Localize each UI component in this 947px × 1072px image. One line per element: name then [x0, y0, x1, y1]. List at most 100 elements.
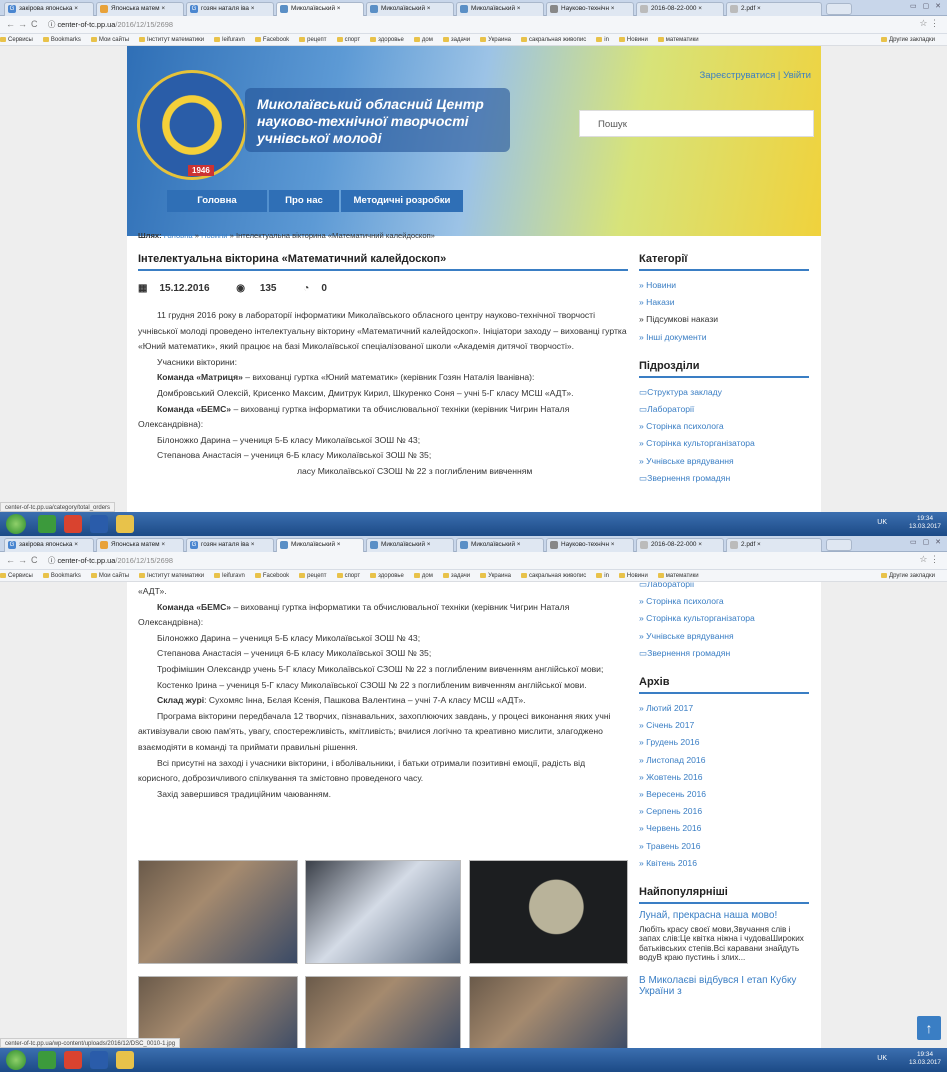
- tab-active[interactable]: Миколаївський ×: [276, 538, 364, 552]
- breadcrumb-news[interactable]: Новини: [201, 231, 227, 240]
- bookmark-item[interactable]: in: [596, 34, 609, 45]
- bookmark-item[interactable]: сакральная живопис: [520, 34, 586, 45]
- tab[interactable]: Gгозян наталя іва ×: [186, 2, 274, 16]
- subdivision-link[interactable]: ▭Лабораторії: [639, 401, 809, 418]
- other-bookmarks[interactable]: Другие закладки: [881, 34, 935, 45]
- tab[interactable]: Науково-технічн ×: [546, 538, 634, 552]
- word-icon[interactable]: [90, 1051, 108, 1069]
- archive-link[interactable]: » Жовтень 2016: [639, 769, 809, 786]
- window-controls[interactable]: ▭ ▢ ✕: [910, 538, 943, 546]
- archive-link[interactable]: » Січень 2017: [639, 717, 809, 734]
- category-link[interactable]: » Інші документи: [639, 329, 809, 346]
- url-field[interactable]: ⓘ center-of-tc.pp.ua/2016/12/15/2698: [48, 18, 898, 31]
- bookmark-item[interactable]: Сервисы: [0, 34, 33, 45]
- torrent-icon[interactable]: [38, 515, 56, 533]
- bookmark-item[interactable]: Bookmarks: [42, 34, 81, 45]
- bookmark-item[interactable]: математики: [657, 34, 699, 45]
- tab[interactable]: Миколаївський ×: [456, 2, 544, 16]
- bookmark-item[interactable]: Украина: [480, 34, 511, 45]
- tab[interactable]: Науково-технічн ×: [546, 2, 634, 16]
- tab[interactable]: 2.pdf ×: [726, 2, 822, 16]
- archive-link[interactable]: » Квітень 2016: [639, 855, 809, 872]
- bookmark-item[interactable]: здоровье: [370, 34, 404, 45]
- subdivision-link[interactable]: ▭Звернення громадян: [639, 470, 809, 487]
- bookmark-item[interactable]: задачи: [442, 570, 470, 581]
- arrow-up-icon[interactable]: ↑: [917, 1016, 941, 1040]
- bookmark-item[interactable]: рецепт: [299, 570, 327, 581]
- gallery-photo[interactable]: [138, 860, 298, 964]
- archive-link[interactable]: » Травень 2016: [639, 838, 809, 855]
- torrent-icon[interactable]: [38, 1051, 56, 1069]
- archive-link[interactable]: » Червень 2016: [639, 820, 809, 837]
- bookmark-star-icon[interactable]: ☆ ⋮: [919, 18, 939, 29]
- menu-methodics[interactable]: Методичні розробки: [341, 190, 463, 212]
- popular-post-link[interactable]: В Миколаєві відбувся І етап Кубку Україн…: [639, 975, 809, 997]
- word-icon[interactable]: [90, 515, 108, 533]
- archive-link[interactable]: » Вересень 2016: [639, 786, 809, 803]
- back-icon[interactable]: ←: [6, 19, 15, 29]
- chrome-icon[interactable]: [64, 1051, 82, 1069]
- bookmark-item[interactable]: спорт: [336, 570, 360, 581]
- site-logo[interactable]: 1946: [137, 70, 247, 180]
- gallery-photo[interactable]: [305, 860, 461, 964]
- category-link[interactable]: » Новини: [639, 277, 809, 294]
- reload-icon[interactable]: C: [31, 555, 38, 565]
- gallery-photo[interactable]: [469, 976, 628, 1048]
- folder-icon[interactable]: [116, 1051, 134, 1069]
- start-button[interactable]: [6, 514, 26, 534]
- reload-icon[interactable]: C: [31, 19, 38, 29]
- subdivision-link[interactable]: » Сторінка психолога: [639, 593, 809, 610]
- bookmark-item[interactable]: спорт: [336, 34, 360, 45]
- archive-link[interactable]: » Грудень 2016: [639, 734, 809, 751]
- tab[interactable]: 2.pdf ×: [726, 538, 822, 552]
- bookmark-item[interactable]: Facebook: [254, 34, 289, 45]
- bookmark-item[interactable]: leifuravn: [214, 570, 245, 581]
- subdivision-link[interactable]: » Сторінка психолога: [639, 418, 809, 435]
- bookmark-item[interactable]: leifuravn: [214, 34, 245, 45]
- register-login-links[interactable]: Зареєструватися | Увійти: [700, 70, 812, 81]
- subdivision-link[interactable]: ▭Звернення громадян: [639, 645, 809, 662]
- search-input[interactable]: Пошук: [579, 110, 814, 137]
- subdivision-link[interactable]: ▭Лабораторії: [639, 582, 809, 593]
- bookmark-item[interactable]: Мои сайты: [90, 570, 129, 581]
- bookmark-item[interactable]: Новини: [618, 570, 648, 581]
- menu-about[interactable]: Про нас: [269, 190, 339, 212]
- gallery-photo[interactable]: [305, 976, 461, 1048]
- tab[interactable]: Gзакірова японська ×: [4, 2, 94, 16]
- forward-icon[interactable]: →: [18, 555, 27, 565]
- back-icon[interactable]: ←: [6, 555, 15, 565]
- bookmark-item[interactable]: сакральная живопис: [520, 570, 586, 581]
- bookmark-item[interactable]: рецепт: [299, 34, 327, 45]
- bookmark-item[interactable]: математики: [657, 570, 699, 581]
- site-title[interactable]: Миколаївський обласний Центр науково-тех…: [245, 88, 510, 152]
- category-link[interactable]: » Накази: [639, 294, 809, 311]
- tab[interactable]: Японська матем ×: [96, 2, 184, 16]
- system-tray[interactable]: UK: [877, 519, 887, 526]
- new-tab-button[interactable]: [826, 539, 852, 551]
- subdivision-link[interactable]: » Сторінка культорганізатора: [639, 610, 809, 627]
- tab[interactable]: Gгозян наталя іва ×: [186, 538, 274, 552]
- bookmark-item[interactable]: Сервисы: [0, 570, 33, 581]
- chrome-icon[interactable]: [64, 515, 82, 533]
- archive-link[interactable]: » Листопад 2016: [639, 752, 809, 769]
- archive-link[interactable]: » Лютий 2017: [639, 700, 809, 717]
- forward-icon[interactable]: →: [18, 19, 27, 29]
- bookmark-item[interactable]: Мои сайты: [90, 34, 129, 45]
- tab[interactable]: Gзакірова японська ×: [4, 538, 94, 552]
- start-button[interactable]: [6, 1050, 26, 1070]
- bookmark-item[interactable]: задачи: [442, 34, 470, 45]
- window-controls[interactable]: ▭ ▢ ✕: [910, 2, 943, 10]
- bookmark-item[interactable]: дом: [413, 570, 433, 581]
- other-bookmarks[interactable]: Другие закладки: [881, 570, 935, 581]
- tab[interactable]: Японська матем ×: [96, 538, 184, 552]
- subdivision-link[interactable]: » Сторінка культорганізатора: [639, 435, 809, 452]
- system-tray[interactable]: UK: [877, 1055, 887, 1062]
- bookmark-item[interactable]: Украина: [480, 570, 511, 581]
- archive-link[interactable]: » Серпень 2016: [639, 803, 809, 820]
- category-link[interactable]: » Підсумкові накази: [639, 311, 809, 328]
- breadcrumb-home[interactable]: Головна: [164, 231, 193, 240]
- subdivision-link[interactable]: » Учнівське врядування: [639, 628, 809, 645]
- bookmark-item[interactable]: Інститут математики: [139, 570, 204, 581]
- folder-icon[interactable]: [116, 515, 134, 533]
- bookmark-item[interactable]: Інститут математики: [139, 34, 204, 45]
